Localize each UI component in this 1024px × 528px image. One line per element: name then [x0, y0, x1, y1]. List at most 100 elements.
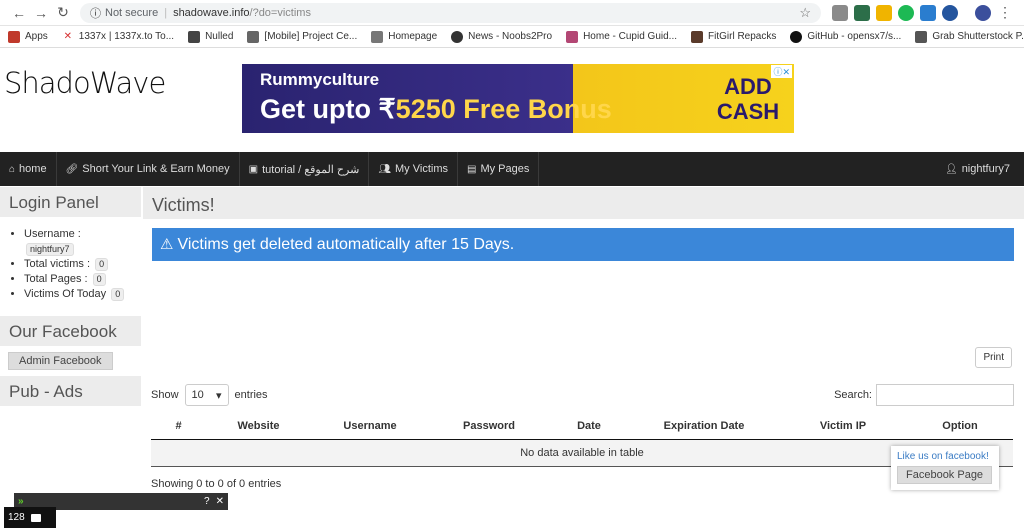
- print-button[interactable]: Print: [975, 347, 1012, 368]
- empty-table-message: No data available in table: [151, 439, 1013, 467]
- chevrons-icon: »: [18, 496, 24, 507]
- extension-icon[interactable]: [876, 4, 892, 21]
- ad-brand: Rummyculture: [260, 70, 380, 89]
- user-icon: 👤︎: [944, 163, 958, 175]
- chat-bubble-icon: [30, 513, 41, 522]
- entries-select[interactable]: 10 ▾: [184, 384, 229, 406]
- warning-icon: ⚠: [160, 236, 174, 253]
- apps-grid-icon: [8, 30, 20, 43]
- address-bar[interactable]: ⓘ Not secure | shadowave.info /?do=victi…: [80, 2, 821, 23]
- total-victims-item: Total victims : 0: [24, 257, 131, 272]
- bookmark-favicon: [188, 30, 201, 43]
- close-icon[interactable]: ✕: [216, 496, 224, 507]
- extension-icon[interactable]: [898, 4, 914, 21]
- bookmark-item[interactable]: News - Noobs2Pro: [451, 30, 552, 43]
- page-title: Victims!: [143, 187, 1024, 219]
- reload-icon[interactable]: ↻: [52, 4, 74, 21]
- search-label: Search:: [834, 389, 872, 401]
- column-header[interactable]: Website: [206, 413, 311, 440]
- bookmark-favicon: [247, 30, 260, 43]
- info-alert: ⚠ Victims get deleted automatically after…: [152, 228, 1014, 261]
- site-header: ShadoWave Rummyculture Get upto ₹5250 Fr…: [0, 48, 1024, 152]
- ad-headline: Get upto ₹5250 Free Bonus: [260, 94, 612, 124]
- extension-icon[interactable]: [832, 4, 848, 21]
- nav-tutorial[interactable]: ▣ tutorial / شرح الموقع: [240, 152, 370, 186]
- login-panel-title: Login Panel: [0, 187, 141, 217]
- nav-my-pages[interactable]: ▤ My Pages: [458, 152, 540, 186]
- bookmark-favicon: [371, 30, 384, 43]
- bookmark-item[interactable]: Nulled: [188, 30, 233, 43]
- forward-icon[interactable]: →: [30, 5, 52, 21]
- ad-close-icon[interactable]: ⓘ✕: [771, 65, 792, 78]
- column-header[interactable]: Password: [429, 413, 549, 440]
- total-victims-badge: 0: [95, 258, 109, 271]
- back-icon[interactable]: ←: [8, 5, 30, 21]
- bookmark-item[interactable]: ✕ 1337x | 1337x.to To...: [62, 31, 174, 43]
- nav-home[interactable]: ⌂ home: [0, 152, 57, 186]
- column-header[interactable]: Option: [907, 413, 1013, 440]
- total-pages-badge: 0: [92, 273, 106, 286]
- entries-label: entries: [234, 389, 268, 401]
- bookmark-item[interactable]: Homepage: [371, 30, 437, 43]
- search-input[interactable]: [876, 384, 1014, 406]
- site-logo[interactable]: ShadoWave: [4, 66, 166, 100]
- link-icon: 🔗︎: [65, 163, 79, 175]
- extension-icon[interactable]: [942, 4, 958, 21]
- column-header[interactable]: Date: [549, 413, 629, 440]
- admin-facebook-button[interactable]: Admin Facebook: [8, 352, 113, 370]
- extension-icon[interactable]: [920, 4, 936, 21]
- profile-avatar[interactable]: [975, 4, 991, 21]
- bookmark-item[interactable]: [Mobile] Project Ce...: [247, 30, 357, 43]
- column-header[interactable]: Expiration Date: [629, 413, 779, 440]
- document-icon: ▤: [466, 163, 477, 175]
- x-icon: ✕: [63, 30, 72, 42]
- bookmark-item[interactable]: FitGirl Repacks: [691, 30, 776, 43]
- users-icon: 👥︎: [378, 163, 392, 175]
- nav-user[interactable]: 👤︎ nightfury7: [936, 152, 1024, 186]
- facebook-panel-body: Admin Facebook: [0, 346, 141, 376]
- bookmarks-bar: Apps ✕ 1337x | 1337x.to To... Nulled [Mob…: [0, 26, 1024, 48]
- address-separator: |: [164, 6, 168, 19]
- bookmark-favicon: [915, 30, 928, 43]
- column-header[interactable]: Username: [311, 413, 429, 440]
- facebook-page-button[interactable]: Facebook Page: [897, 466, 993, 484]
- help-icon[interactable]: ?: [204, 496, 210, 507]
- ad-cta[interactable]: ADD CASH: [702, 74, 794, 124]
- sidebar: Login Panel Username :nightfury7 Total v…: [0, 187, 141, 528]
- chevron-down-icon: ▾: [216, 389, 222, 402]
- url-path: /?do=victims: [249, 6, 311, 19]
- facebook-widget: Like us on facebook! Facebook Page: [891, 446, 999, 490]
- chat-counter[interactable]: 128: [4, 507, 56, 528]
- bookmark-star-icon[interactable]: ☆: [799, 5, 811, 21]
- victims-today-badge: 0: [111, 288, 125, 301]
- github-icon: [790, 30, 803, 43]
- bookmark-item[interactable]: Apps: [8, 30, 48, 43]
- bookmark-item[interactable]: Home - Cupid Guid...: [566, 30, 677, 43]
- bookmark-favicon: [566, 30, 579, 43]
- main-nav: ⌂ home 🔗︎ Short Your Link & Earn Money ▣ tu…: [0, 152, 1024, 186]
- column-header[interactable]: Victim IP: [779, 413, 907, 440]
- nav-short-link[interactable]: 🔗︎ Short Your Link & Earn Money: [57, 152, 240, 186]
- login-panel-body: Username :nightfury7 Total victims : 0 T…: [0, 217, 141, 312]
- bookmark-favicon: [691, 30, 704, 43]
- username-item: Username :nightfury7: [24, 227, 131, 257]
- bookmark-item[interactable]: GitHub - opensx7/s...: [790, 30, 901, 43]
- nav-my-victims[interactable]: 👥︎ My Victims: [369, 152, 458, 186]
- victims-today-item: Victims Of Today 0: [24, 287, 131, 302]
- url-host: shadowave.info: [173, 6, 250, 19]
- menu-icon[interactable]: ⋮: [994, 4, 1016, 21]
- info-icon[interactable]: ⓘ: [90, 5, 101, 21]
- victims-table: # Website Username Password Date Expirat…: [151, 413, 1013, 467]
- search-group: Search:: [834, 384, 1014, 406]
- briefcase-icon: ▣: [248, 163, 259, 175]
- facebook-widget-title: Like us on facebook!: [897, 451, 989, 462]
- username-badge: nightfury7: [26, 243, 74, 256]
- extension-icon[interactable]: [854, 4, 870, 21]
- ad-banner[interactable]: Rummyculture Get upto ₹5250 Free Bonus A…: [242, 64, 794, 133]
- globe-icon: [451, 30, 464, 43]
- page-content: Login Panel Username :nightfury7 Total v…: [0, 187, 1024, 528]
- table-info: Showing 0 to 0 of 0 entries: [151, 478, 282, 490]
- column-header[interactable]: #: [151, 413, 206, 440]
- home-icon: ⌂: [9, 163, 16, 175]
- bookmark-item[interactable]: Grab Shutterstock P...: [915, 30, 1024, 43]
